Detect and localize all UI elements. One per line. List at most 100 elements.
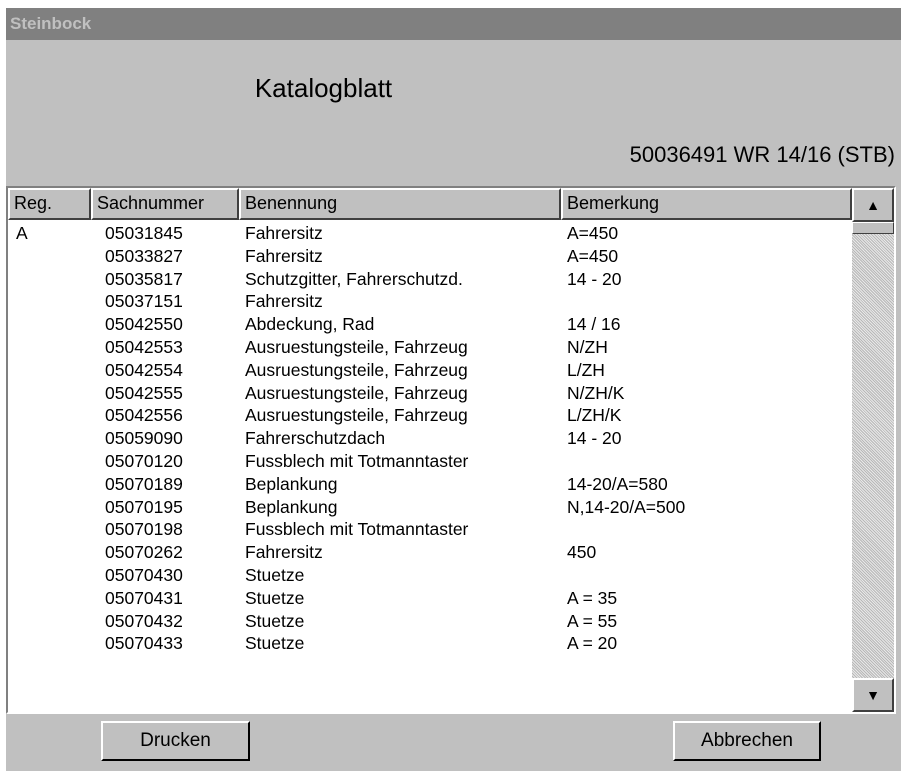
table-row[interactable]: 05037151 Fahrersitz [8,290,852,313]
table-row[interactable]: 05070430 Stuetze [8,564,852,587]
cell-sachnummer: 05070195 [105,496,183,517]
scroll-thumb[interactable] [852,222,894,234]
arrow-up-icon: ▲ [866,197,880,213]
cell-reg [8,450,91,473]
cell-bemerkung: N/ZH/K [567,382,625,403]
cell-bemerkung [561,518,851,541]
table-row[interactable]: 05070262 Fahrersitz 450 [8,541,852,564]
table-row[interactable]: 05070198 Fussblech mit Totmanntaster [8,518,852,541]
scroll-down-button[interactable]: ▼ [852,678,894,712]
cell-bemerkung: A = 55 [567,610,618,631]
list-header: Reg. Sachnummer Benennung Bemerkung [8,188,852,220]
cell-benennung: Stuetze [245,587,305,608]
cell-reg [8,587,91,610]
cell-bemerkung: 14 - 20 [567,268,622,289]
cell-benennung: Schutzgitter, Fahrerschutzd. [245,268,463,289]
cell-benennung: Fahrerschutzdach [245,428,386,449]
cell-sachnummer: 05070430 [105,564,183,585]
cancel-button[interactable]: Abbrechen [673,721,821,761]
cell-benennung: Fahrersitz [245,245,323,266]
cell-bemerkung [561,290,851,313]
table-row[interactable]: 05070431 Stuetze A = 35 [8,587,852,610]
cell-benennung: Beplankung [245,473,338,494]
cell-sachnummer: 05042556 [105,405,183,426]
catalog-window: Steinbock Katalogblatt 50036491 WR 14/16… [6,8,901,771]
cell-benennung: Fahrersitz [245,291,323,312]
cell-reg [8,564,91,587]
column-header-benennung[interactable]: Benennung [239,188,561,220]
cell-sachnummer: 05059090 [105,428,183,449]
list-rows: A 05031845 Fahrersitz A=450 05033827 Fahrersi… [8,222,852,712]
cell-sachnummer: 05070198 [105,519,183,540]
parts-list[interactable]: Reg. Sachnummer Benennung Bemerkung A 050… [6,186,896,714]
cell-reg [8,382,91,405]
cell-sachnummer: 05042554 [105,359,183,380]
cell-reg [8,359,91,382]
cell-reg [8,313,91,336]
table-row[interactable]: 05042555 Ausruestungsteile, Fahrzeug N/ZH/… [8,382,852,405]
cell-bemerkung: N,14-20/A=500 [567,496,686,517]
cell-reg [8,473,91,496]
table-row[interactable]: 05070189 Beplankung 14-20/A=580 [8,473,852,496]
table-row[interactable]: 05042553 Ausruestungsteile, Fahrzeug N/ZH [8,336,852,359]
cell-sachnummer: 05070262 [105,542,183,563]
cell-reg [8,268,91,291]
cell-sachnummer: 05070433 [105,633,183,654]
table-row[interactable]: 05042556 Ausruestungsteile, Fahrzeug L/ZH/… [8,404,852,427]
print-button[interactable]: Drucken [101,721,250,761]
cell-benennung: Fahrersitz [245,542,323,563]
cell-bemerkung [561,450,851,473]
cell-sachnummer: 05070189 [105,473,183,494]
cell-reg [8,404,91,427]
cell-bemerkung: 450 [567,542,597,563]
table-row[interactable]: 05070195 Beplankung N,14-20/A=500 [8,496,852,519]
cell-bemerkung: A=450 [567,245,619,266]
column-header-sachnummer[interactable]: Sachnummer [91,188,239,220]
cell-reg: A [16,223,28,243]
cell-reg [8,427,91,450]
cell-sachnummer: 05070120 [105,450,183,471]
table-row[interactable]: 05033827 Fahrersitz A=450 [8,245,852,268]
table-row[interactable]: 05035817 Schutzgitter, Fahrerschutzd. 14 -… [8,268,852,291]
table-row[interactable]: 05042554 Ausruestungsteile, Fahrzeug L/ZH [8,359,852,382]
column-header-reg[interactable]: Reg. [8,188,91,220]
cell-sachnummer: 05035817 [105,268,183,289]
window-title: Steinbock [6,8,901,40]
cell-benennung: Ausruestungsteile, Fahrzeug [245,336,468,357]
cell-benennung: Fussblech mit Totmanntaster [245,519,469,540]
cell-sachnummer: 05031845 [105,223,183,243]
vertical-scrollbar[interactable]: ▲ ▼ [852,188,894,712]
page-title: Katalogblatt [254,73,393,103]
cell-benennung: Fussblech mit Totmanntaster [245,450,469,471]
cell-sachnummer: 05070431 [105,587,183,608]
table-row[interactable]: 05042550 Abdeckung, Rad 14 / 16 [8,313,852,336]
cell-bemerkung: 14-20/A=580 [567,473,668,494]
cell-bemerkung: L/ZH [567,359,605,380]
table-row[interactable]: 05070120 Fussblech mit Totmanntaster [8,450,852,473]
cell-benennung: Ausruestungsteile, Fahrzeug [245,359,468,380]
cell-reg [8,290,91,313]
cell-bemerkung: L/ZH/K [567,405,622,426]
table-row[interactable]: 05059090 Fahrerschutzdach 14 - 20 [8,427,852,450]
cell-reg [8,496,91,519]
cell-reg [8,245,91,268]
cell-bemerkung: A = 35 [567,587,618,608]
table-row[interactable]: 05070433 Stuetze A = 20 [8,632,852,655]
arrow-down-icon: ▼ [866,687,880,703]
cell-bemerkung: 14 - 20 [567,428,622,449]
table-row[interactable]: 05070432 Stuetze A = 55 [8,610,852,633]
cell-sachnummer: 05042555 [105,382,183,403]
cell-bemerkung: N/ZH [567,336,608,357]
column-header-bemerkung[interactable]: Bemerkung [561,188,852,220]
table-row[interactable]: A 05031845 Fahrersitz A=450 [8,222,852,245]
scroll-up-button[interactable]: ▲ [852,188,894,222]
cell-reg [8,610,91,633]
cell-sachnummer: 05042550 [105,314,183,335]
cell-benennung: Beplankung [245,496,338,517]
cell-reg [8,632,91,655]
cell-benennung: Abdeckung, Rad [245,314,375,335]
cell-benennung: Ausruestungsteile, Fahrzeug [245,382,468,403]
cell-sachnummer: 05042553 [105,336,183,357]
cell-reg [8,541,91,564]
cell-benennung: Stuetze [245,610,305,631]
